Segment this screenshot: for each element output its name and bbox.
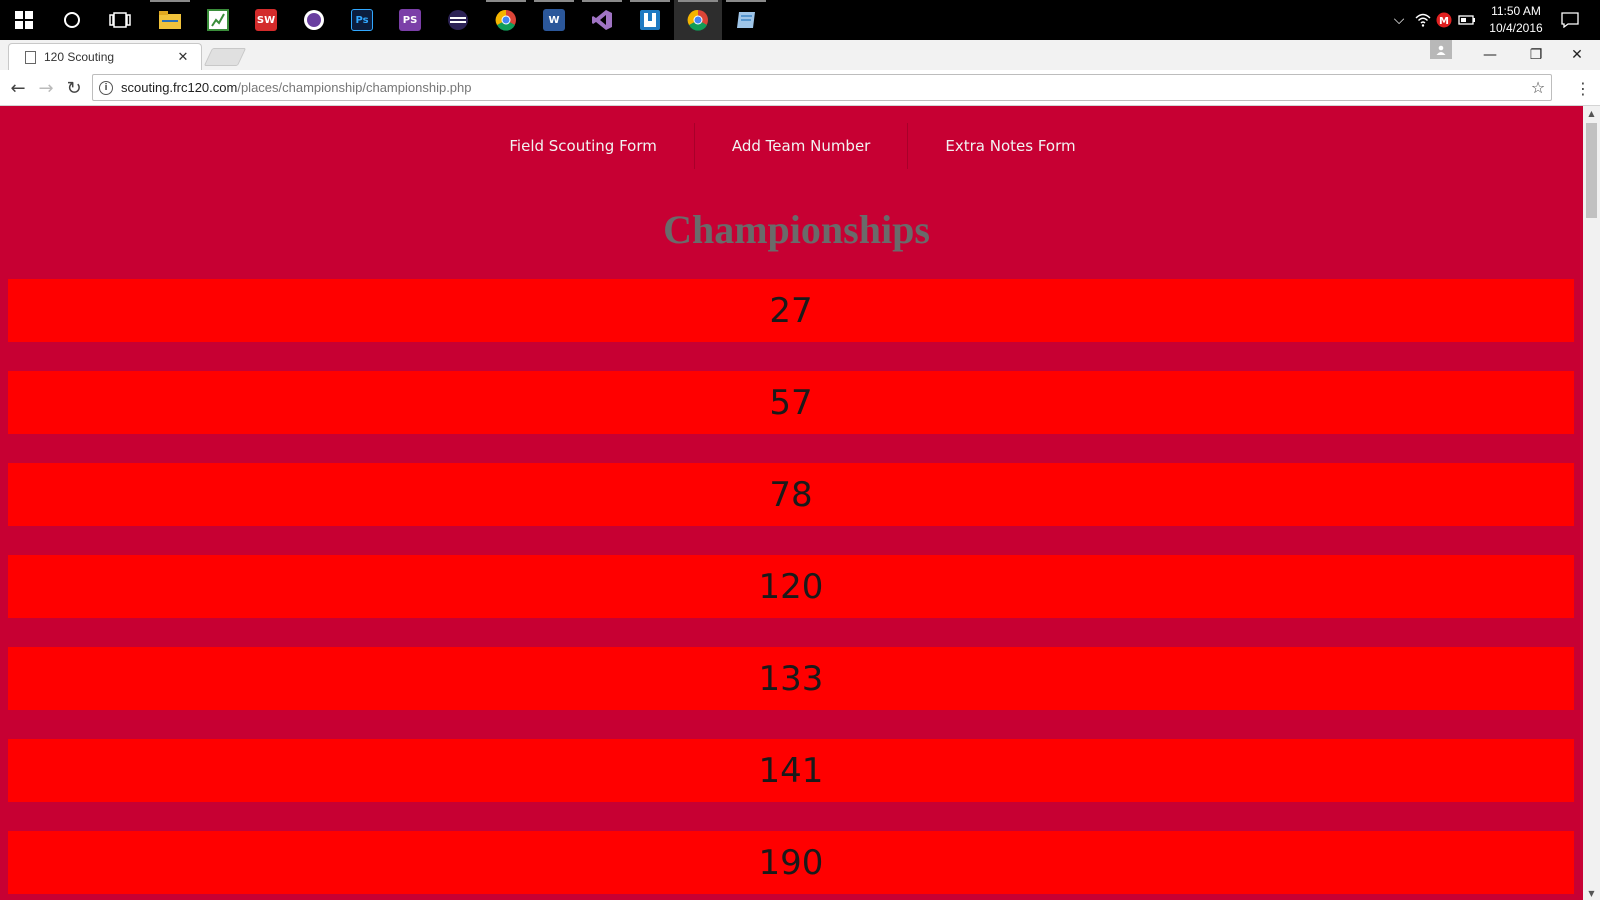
url-path: /places/championship/championship.php [237, 80, 472, 95]
team-row[interactable]: 190 [8, 831, 1574, 894]
new-tab-button[interactable] [203, 48, 247, 66]
phpstorm-icon[interactable]: PS [386, 0, 434, 40]
url-host: scouting.frc120.com [121, 80, 238, 95]
team-row[interactable]: 133 [8, 647, 1574, 710]
team-list: 27 57 78 120 133 141 190 [8, 279, 1574, 900]
forward-arrow-icon[interactable]: → [32, 74, 60, 102]
clock-time: 11:50 AM [1491, 4, 1541, 18]
back-arrow-icon[interactable]: ← [4, 74, 32, 102]
chrome-icon[interactable] [482, 0, 530, 40]
scroll-up-icon[interactable]: ▲ [1583, 106, 1600, 120]
page-content: Field Scouting Form Add Team Number Extr… [0, 106, 1583, 900]
restore-button[interactable]: ❐ [1513, 40, 1559, 70]
reload-icon[interactable]: ↻ [60, 74, 88, 102]
team-row[interactable]: 141 [8, 739, 1574, 802]
battery-icon[interactable] [1456, 0, 1478, 40]
wifi-icon[interactable] [1412, 0, 1434, 40]
tab-close-icon[interactable]: ✕ [175, 49, 191, 65]
team-row[interactable]: 120 [8, 555, 1574, 618]
close-window-button[interactable]: ✕ [1554, 40, 1600, 70]
browser-tabstrip: 120 Scouting ✕ [0, 40, 1600, 70]
page-title: Championships [663, 207, 930, 252]
minimize-button[interactable]: — [1467, 40, 1513, 70]
svg-text:M: M [1439, 16, 1449, 27]
address-bar[interactable]: i scouting.frc120.com/places/championshi… [92, 74, 1552, 101]
scroll-down-icon[interactable]: ▼ [1583, 886, 1600, 900]
page-icon [25, 50, 36, 64]
antivirus-icon[interactable]: M [1434, 0, 1454, 40]
task-view-icon[interactable] [96, 0, 144, 40]
word-icon[interactable]: W [530, 0, 578, 40]
page-scrollbar[interactable]: ▲ ▼ [1583, 106, 1600, 900]
visual-studio-icon[interactable] [578, 0, 626, 40]
system-clock[interactable]: 11:50 AM 10/4/2016 [1486, 3, 1546, 37]
team-row[interactable]: 78 [8, 463, 1574, 526]
info-icon[interactable]: i [99, 80, 113, 95]
notes-app-icon[interactable] [722, 0, 770, 40]
tab-title: 120 Scouting [44, 50, 115, 64]
url-text[interactable]: scouting.frc120.com/places/championship/… [121, 80, 1525, 95]
nav-extra-notes-form[interactable]: Extra Notes Form [908, 123, 1112, 169]
browser-menu-icon[interactable]: ⋮ [1572, 74, 1594, 102]
nav-field-scouting-form[interactable]: Field Scouting Form [472, 123, 693, 169]
team-row[interactable]: 57 [8, 371, 1574, 434]
profile-icon[interactable] [1430, 40, 1452, 59]
nav-add-team-number[interactable]: Add Team Number [695, 123, 907, 169]
chrome-active-icon[interactable] [674, 0, 722, 40]
photoshop-icon[interactable]: Ps [338, 0, 386, 40]
browser-toolbar: ← → ↻ i scouting.frc120.com/places/champ… [0, 70, 1600, 106]
chevron-up-icon[interactable]: ⌵ [1388, 0, 1410, 40]
taskbar: SW Ps PS W ⌵ M 11:50 AM 10/4/2016 [0, 0, 1600, 40]
team-row[interactable]: 27 [8, 279, 1574, 342]
cortana-icon[interactable] [48, 0, 96, 40]
solidworks-icon[interactable]: SW [242, 0, 290, 40]
spreadsheet-app-icon[interactable] [194, 0, 242, 40]
file-explorer-icon[interactable] [146, 0, 194, 40]
blue-app-icon[interactable] [626, 0, 674, 40]
bookmark-star-icon[interactable]: ☆ [1525, 78, 1551, 97]
windows-start-icon[interactable] [0, 0, 48, 40]
notification-center-icon[interactable] [1552, 0, 1588, 40]
browser-tab[interactable]: 120 Scouting ✕ [8, 43, 202, 70]
scrollbar-thumb[interactable] [1586, 123, 1597, 218]
purple-app-icon[interactable] [290, 0, 338, 40]
eclipse-icon[interactable] [434, 0, 482, 40]
site-navigation: Field Scouting Form Add Team Number Extr… [0, 106, 1583, 186]
clock-date: 10/4/2016 [1489, 21, 1543, 35]
